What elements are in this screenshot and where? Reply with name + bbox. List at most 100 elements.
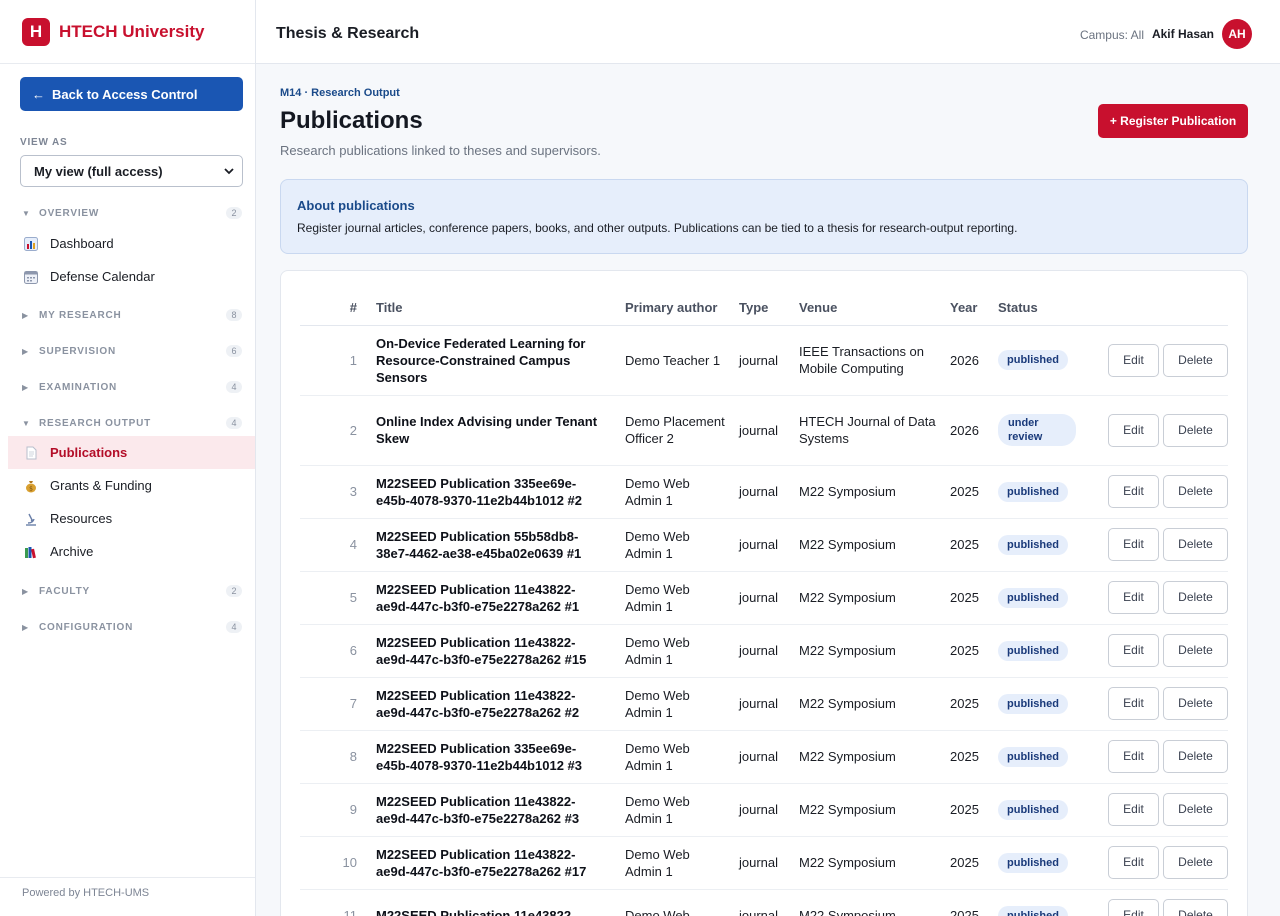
calendar-icon [24, 270, 38, 284]
back-to-access-control-button[interactable]: ← Back to Access Control [20, 77, 243, 111]
row-type: journal [739, 677, 799, 731]
delete-button[interactable]: Delete [1163, 740, 1228, 773]
row-venue: IEEE Transactions on Mobile Computing [799, 325, 950, 396]
delete-button[interactable]: Delete [1163, 687, 1228, 720]
row-status-cell: published [998, 518, 1096, 572]
row-title: M22SEED Publication 335ee69e-e45b-4078-9… [376, 465, 625, 519]
row-author: Demo Web Admin 1 [625, 571, 739, 625]
delete-button[interactable]: Delete [1163, 413, 1228, 447]
row-venue: M22 Symposium [799, 518, 950, 572]
user-name[interactable]: Akif Hasan [1152, 27, 1214, 41]
row-venue: HTECH Journal of Data Systems [799, 395, 950, 466]
row-num: 10 [300, 836, 376, 890]
sidebar-item-publications[interactable]: Publications [8, 436, 255, 469]
sidebar-item-resources[interactable]: Resources [8, 502, 255, 535]
delete-button[interactable]: Delete [1163, 846, 1228, 879]
edit-button[interactable]: Edit [1108, 343, 1159, 377]
sidebar-item-grants-funding[interactable]: $ Grants & Funding [8, 469, 255, 502]
delete-button[interactable]: Delete [1163, 343, 1228, 377]
edit-button[interactable]: Edit [1108, 581, 1159, 614]
edit-button[interactable]: Edit [1108, 899, 1159, 916]
sidebar-item-defense-calendar[interactable]: Defense Calendar [8, 260, 255, 293]
sidebar-item-label: Archive [50, 544, 94, 559]
row-type: journal [739, 836, 799, 890]
column-header-author[interactable]: Primary author [625, 291, 739, 326]
nav-group-count: 2 [226, 585, 242, 597]
table-row: 9 M22SEED Publication 11e43822-ae9d-447c… [300, 783, 1228, 837]
row-num: 5 [300, 571, 376, 625]
row-author: Demo Web Admin 1 [625, 518, 739, 572]
column-header-num: # [300, 291, 376, 326]
sidebar-item-archive[interactable]: Archive [8, 535, 255, 568]
column-header-status[interactable]: Status [998, 291, 1096, 326]
nav-group-configuration[interactable]: ▶ CONFIGURATION 4 [0, 617, 256, 637]
column-header-year[interactable]: Year [950, 291, 998, 326]
powered-by: Powered by HTECH-UMS [0, 877, 255, 899]
nav-group-label: SUPERVISION [39, 345, 116, 357]
table-row: 1 On-Device Federated Learning for Resou… [300, 325, 1228, 396]
column-header-actions [1096, 291, 1228, 326]
row-type: journal [739, 571, 799, 625]
edit-button[interactable]: Edit [1108, 740, 1159, 773]
row-actions: Edit Delete [1096, 325, 1228, 396]
nav-group-research-output[interactable]: ▼ RESEARCH OUTPUT 4 [0, 413, 256, 433]
row-venue: M22 Symposium [799, 624, 950, 678]
column-header-type[interactable]: Type [739, 291, 799, 326]
edit-button[interactable]: Edit [1108, 793, 1159, 826]
delete-button[interactable]: Delete [1163, 581, 1228, 614]
avatar[interactable]: AH [1222, 19, 1252, 49]
nav-group-overview[interactable]: ▼ OVERVIEW 2 [0, 203, 256, 223]
edit-button[interactable]: Edit [1108, 475, 1159, 508]
row-type: journal [739, 783, 799, 837]
edit-button[interactable]: Edit [1108, 687, 1159, 720]
delete-button[interactable]: Delete [1163, 634, 1228, 667]
microscope-icon [26, 513, 36, 526]
row-author: Demo Teacher 1 [625, 325, 739, 396]
nav-group-faculty[interactable]: ▶ FACULTY 2 [0, 581, 256, 601]
edit-button[interactable]: Edit [1108, 846, 1159, 879]
row-actions: Edit Delete [1096, 889, 1228, 916]
row-type: journal [739, 465, 799, 519]
sidebar-item-label: Defense Calendar [50, 269, 155, 284]
sidebar-item-label: Resources [50, 511, 113, 526]
delete-button[interactable]: Delete [1163, 475, 1228, 508]
table-row: 7 M22SEED Publication 11e43822-ae9d-447c… [300, 677, 1228, 731]
delete-button[interactable]: Delete [1163, 899, 1228, 916]
table-row: 11 M22SEED Publication 11e43822 Demo Web… [300, 889, 1228, 916]
edit-button[interactable]: Edit [1108, 528, 1159, 561]
row-type: journal [739, 395, 799, 466]
table-row: 2 Online Index Advising under Tenant Ske… [300, 395, 1228, 466]
status-badge: published [998, 693, 1068, 714]
edit-button[interactable]: Edit [1108, 413, 1159, 447]
nav-group-examination[interactable]: ▶ EXAMINATION 4 [0, 377, 256, 397]
delete-button[interactable]: Delete [1163, 528, 1228, 561]
row-actions: Edit Delete [1096, 624, 1228, 678]
row-type: journal [739, 624, 799, 678]
back-button-label: Back to Access Control [52, 86, 198, 102]
arrow-left-icon: ← [32, 86, 45, 102]
breadcrumb: M14 · Research Output [280, 87, 400, 99]
row-year: 2025 [950, 677, 998, 731]
row-actions: Edit Delete [1096, 395, 1228, 466]
row-num: 6 [300, 624, 376, 678]
brand-name: HTECH University [59, 21, 205, 41]
table-row: 3 M22SEED Publication 335ee69e-e45b-4078… [300, 465, 1228, 519]
row-actions: Edit Delete [1096, 465, 1228, 519]
row-author: Demo Web Admin 1 [625, 836, 739, 890]
bar-chart-icon [24, 236, 38, 251]
nav-group-supervision[interactable]: ▶ SUPERVISION 6 [0, 341, 256, 361]
row-status-cell: published [998, 889, 1096, 916]
view-as-select[interactable]: My view (full access) [20, 155, 243, 187]
row-num: 1 [300, 325, 376, 396]
nav-group-my-research[interactable]: ▶ MY RESEARCH 8 [0, 305, 256, 325]
register-publication-button[interactable]: + Register Publication [1098, 104, 1248, 138]
brand[interactable]: H HTECH University [0, 0, 255, 64]
caret-right-icon: ▶ [22, 310, 29, 320]
column-header-venue[interactable]: Venue [799, 291, 950, 326]
edit-button[interactable]: Edit [1108, 634, 1159, 667]
delete-button[interactable]: Delete [1163, 793, 1228, 826]
column-header-title[interactable]: Title [376, 291, 625, 326]
nav-group-count: 4 [226, 417, 242, 429]
campus-filter[interactable]: Campus: All [1080, 28, 1144, 42]
sidebar-item-dashboard[interactable]: Dashboard [8, 227, 255, 260]
